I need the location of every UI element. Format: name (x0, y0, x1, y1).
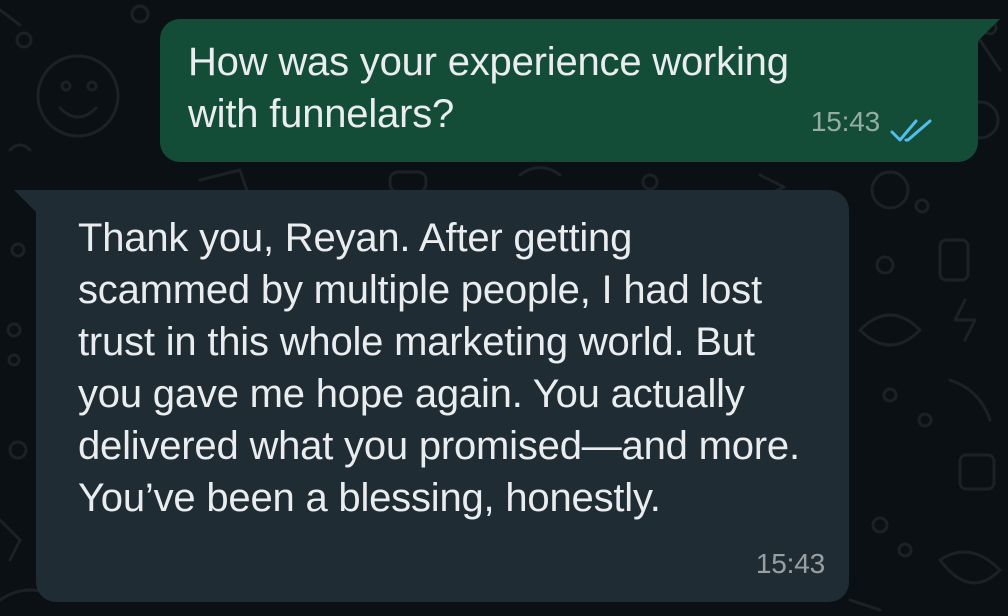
chat-area: How was your experience working with fun… (0, 0, 1008, 616)
message-meta: 15:43 (756, 538, 825, 590)
message-text: How was your experience working with fun… (188, 40, 789, 136)
incoming-message-bubble[interactable]: Thank you, Reyan. After getting scammed … (14, 190, 849, 602)
message-timestamp: 15:43 (755, 548, 825, 579)
outgoing-message-bubble[interactable]: How was your experience working with fun… (160, 19, 1000, 162)
message-meta: 15:43 (811, 96, 934, 148)
double-check-read-icon (890, 109, 934, 142)
message-timestamp: 15:43 (810, 106, 880, 137)
message-text: Thank you, Reyan. After getting scammed … (78, 216, 800, 520)
